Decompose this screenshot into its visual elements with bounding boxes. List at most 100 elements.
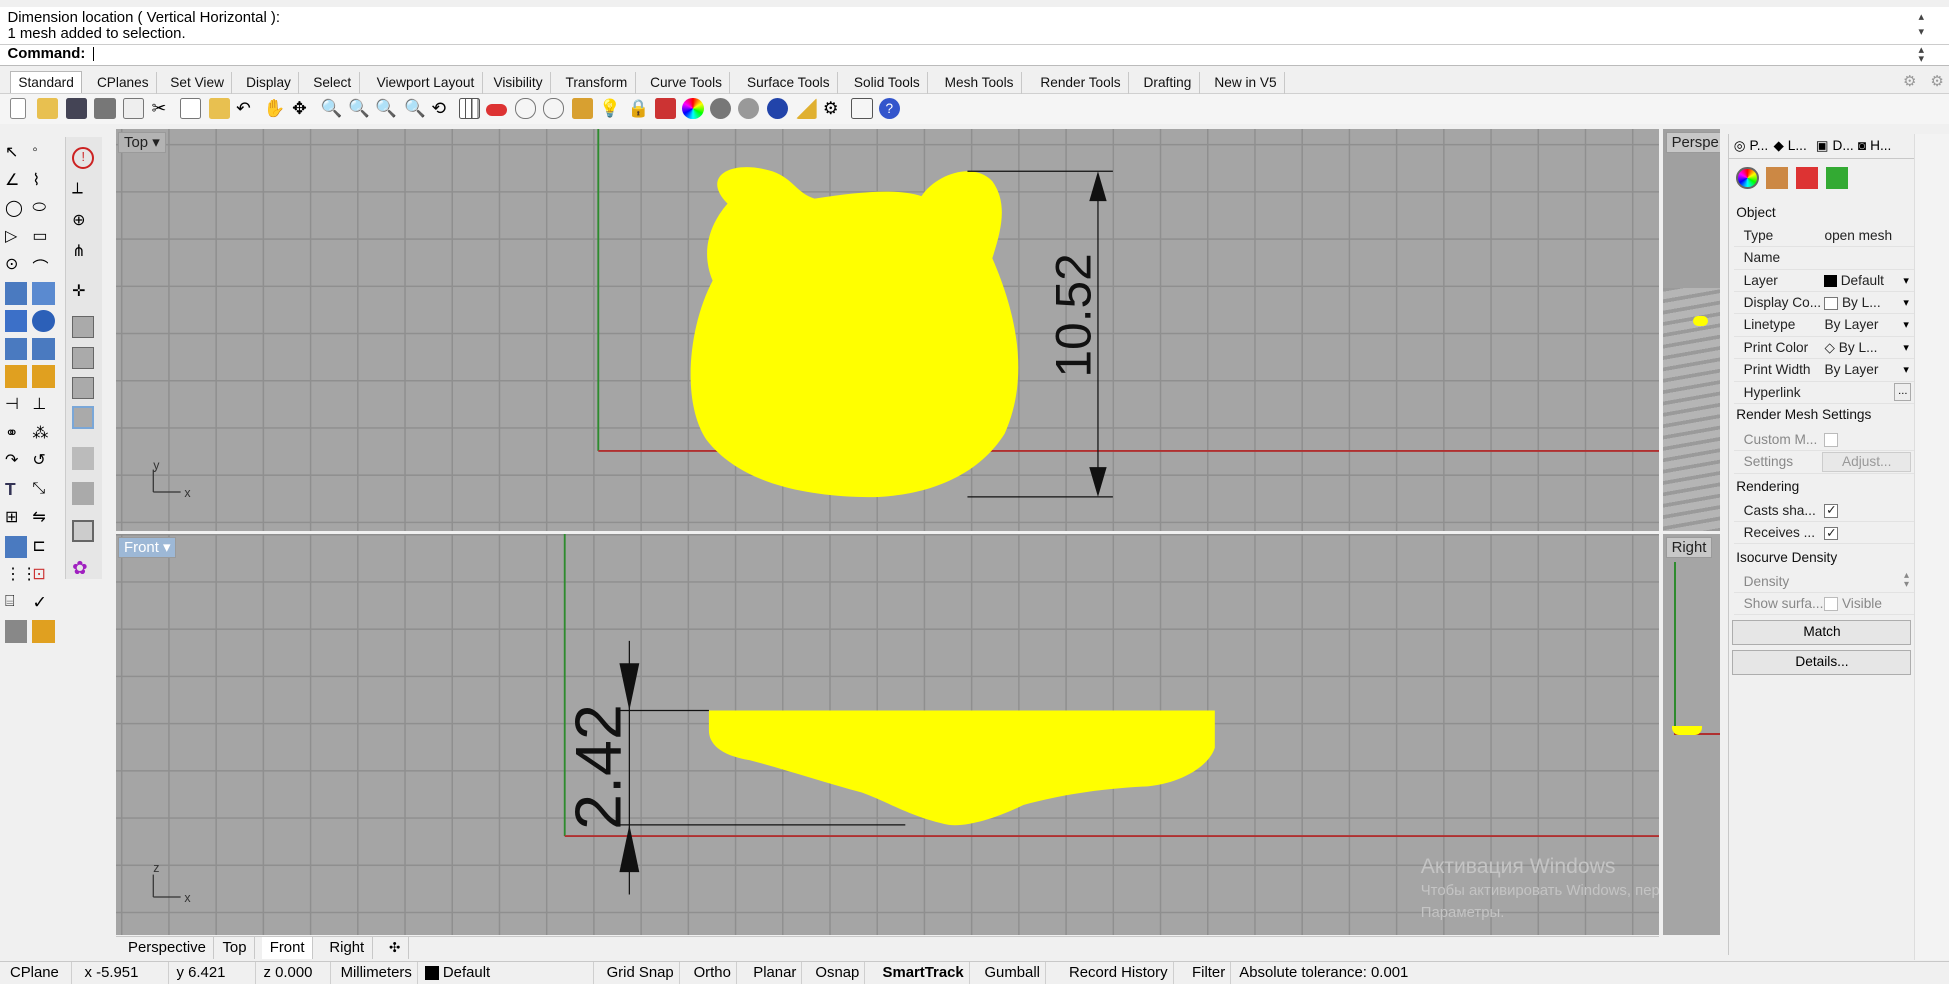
visible-checkbox[interactable] <box>1824 597 1839 612</box>
tab-surface-tools[interactable]: Surface Tools <box>740 72 838 95</box>
status-filter[interactable]: Filter <box>1187 961 1232 984</box>
curve-icon[interactable]: ⌇ <box>32 170 54 192</box>
object-properties-icon[interactable] <box>1736 166 1759 189</box>
paste-icon[interactable] <box>208 98 230 120</box>
trim-icon[interactable]: ⊣ <box>5 394 27 416</box>
network-icon[interactable]: ⋔ <box>72 241 94 263</box>
rectangle-icon[interactable]: ▭ <box>32 226 54 248</box>
import-icon[interactable] <box>123 98 145 120</box>
light-bulb-icon[interactable]: 💡 <box>599 98 621 119</box>
check-icon[interactable]: ✓ <box>32 592 54 614</box>
lock-icon[interactable]: 🔒 <box>628 98 650 119</box>
prop-row-linetype[interactable]: Linetype By Layer ▾ <box>1733 314 1914 337</box>
status-layer[interactable]: Default <box>420 961 595 984</box>
viewport-tab-front[interactable]: Front <box>262 936 313 960</box>
render-sphere-icon[interactable] <box>709 98 731 120</box>
match-button[interactable]: Match <box>1732 620 1912 646</box>
save-icon[interactable] <box>65 98 87 120</box>
cut-icon[interactable]: ✂ <box>152 98 173 119</box>
dimension-linear-icon[interactable]: ⊏ <box>32 536 54 558</box>
fillet-icon[interactable]: ⊙ <box>5 254 27 276</box>
viewport-label-perspective[interactable]: Perspe <box>1665 131 1721 153</box>
material-icon[interactable] <box>1766 166 1789 189</box>
color-wheel-icon[interactable] <box>682 98 704 120</box>
cplane-axes-icon[interactable]: ✛ <box>72 281 94 303</box>
chevron-down-icon[interactable]: ▾ <box>1903 359 1909 381</box>
tab-standard[interactable]: Standard <box>9 70 83 94</box>
prop-row-hyperlink[interactable]: Hyperlink... <box>1733 382 1914 404</box>
tab-display[interactable]: Display <box>239 72 300 95</box>
dimension-icon[interactable] <box>795 98 817 120</box>
zoom-window-icon[interactable]: 🔍 <box>348 98 370 119</box>
crop-icon[interactable] <box>851 98 873 120</box>
view-cube-right-icon[interactable] <box>72 376 95 399</box>
scale-icon[interactable]: ⤡ <box>32 479 54 501</box>
tab-drafting[interactable]: Drafting <box>1136 72 1200 95</box>
surface-icon[interactable] <box>4 282 28 305</box>
sphere-icon[interactable] <box>32 309 55 332</box>
view-cube-top-icon[interactable] <box>72 315 95 339</box>
tab-render-tools[interactable]: Render Tools <box>1033 72 1130 95</box>
viewport-label-right[interactable]: Right <box>1665 536 1713 559</box>
circle-icon[interactable]: ◯ <box>5 198 27 220</box>
cap-icon[interactable] <box>4 535 28 559</box>
zoom-selected-icon[interactable]: 🔍 <box>404 98 426 119</box>
viewport-top[interactable]: Top ▾ 10.52 y x <box>115 129 1660 531</box>
prop-row-print-width[interactable]: Print Width By Layer ▾ <box>1733 359 1914 382</box>
undo-view-icon[interactable]: ⟲ <box>431 98 452 119</box>
select-arrow-icon[interactable]: ↖ <box>5 142 27 164</box>
chevron-down-icon[interactable]: ▾ <box>1903 292 1909 314</box>
analyze-icon[interactable]: ⌸ <box>5 592 27 614</box>
command-line[interactable]: Command: ▴ ▾ <box>0 44 1949 66</box>
gear-icon[interactable]: ⚙ <box>1903 72 1916 90</box>
status-gumball[interactable]: Gumball <box>979 961 1046 984</box>
copy-icon[interactable] <box>180 98 202 120</box>
shaded-sphere-icon[interactable] <box>738 98 760 120</box>
status-ortho[interactable]: Ortho <box>689 961 737 984</box>
viewport-layout-icon[interactable] <box>458 98 480 120</box>
mirror-icon[interactable]: ⇋ <box>32 507 54 529</box>
decal-icon[interactable] <box>1825 166 1849 189</box>
print-icon[interactable] <box>94 98 116 120</box>
new-file-icon[interactable] <box>9 98 27 120</box>
extrude-icon[interactable] <box>4 338 28 361</box>
adjust-button[interactable]: Adjust... <box>1821 452 1912 473</box>
tab-set-view[interactable]: Set View <box>163 72 233 95</box>
tab-visibility[interactable]: Visibility <box>486 72 551 95</box>
viewport-front[interactable]: Front ▾ 2.42 z x Активация Windows Чтобы… <box>115 534 1660 935</box>
status-record-history[interactable]: Record History <box>1064 961 1174 984</box>
status-osnap[interactable]: Osnap <box>810 961 866 984</box>
tab-cplanes[interactable]: CPlanes <box>89 72 158 95</box>
open-folder-icon[interactable] <box>37 98 59 120</box>
polyline-icon[interactable]: ∠ <box>5 170 27 192</box>
mesh-icon[interactable] <box>32 338 55 361</box>
pan-icon[interactable]: ✋ <box>264 98 286 119</box>
prop-row-receives-shadows[interactable]: Receives ... ✓ <box>1733 522 1914 545</box>
tab-new-in-v5[interactable]: New in V5 <box>1207 72 1286 95</box>
boolean-icon[interactable] <box>32 365 55 388</box>
zoom-extents-icon[interactable]: 🔍 <box>375 98 397 119</box>
panel-tab-help[interactable]: ◙ H... <box>1858 134 1891 159</box>
status-smarttrack[interactable]: SmartTrack <box>878 961 970 984</box>
add-viewport-icon[interactable]: ✣ <box>382 936 409 960</box>
arc-icon[interactable]: ⌒ <box>32 254 54 277</box>
box-icon[interactable] <box>4 309 28 332</box>
viewport-tab-right[interactable]: Right <box>322 936 373 960</box>
viewport-tab-top[interactable]: Top <box>215 936 255 960</box>
zoom-icon[interactable]: 🔍 <box>321 98 343 119</box>
gear-icon[interactable]: ⚙ <box>1930 72 1943 90</box>
target-icon[interactable] <box>543 98 565 120</box>
layer-icon[interactable] <box>655 98 677 120</box>
undo-icon[interactable]: ↶ <box>236 98 257 119</box>
prop-row-layer[interactable]: Layer Default ▾ <box>1733 270 1914 293</box>
paint-bucket-icon[interactable] <box>72 482 95 505</box>
point-icon[interactable]: ◦ <box>32 142 54 164</box>
brush-icon[interactable] <box>72 447 95 470</box>
prop-row-casts-shadows[interactable]: Casts sha... ✓ <box>1733 500 1914 523</box>
receives-shadows-checkbox[interactable]: ✓ <box>1824 526 1839 541</box>
view-cube-front-icon[interactable] <box>72 346 95 370</box>
join-icon[interactable]: ⚭ <box>5 423 27 445</box>
status-planar[interactable]: Planar <box>748 961 803 984</box>
tab-transform[interactable]: Transform <box>558 72 636 95</box>
options-gear-icon[interactable]: ⚙ <box>823 98 844 119</box>
